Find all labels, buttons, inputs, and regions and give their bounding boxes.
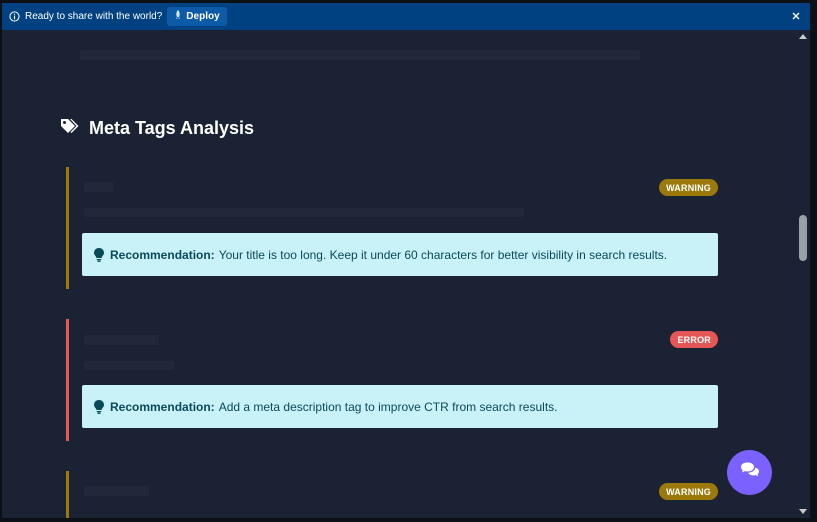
window-frame-bottom (0, 518, 817, 522)
vertical-scrollbar[interactable] (796, 30, 810, 518)
recommendation-label: Recommendation: (110, 247, 215, 262)
chat-button[interactable] (727, 450, 772, 495)
recommendation-label: Recommendation: (110, 399, 215, 414)
status-indicator-bar (66, 319, 69, 441)
banner-message: Ready to share with the world? (25, 11, 163, 22)
meta-tag-card: ERROR Recommendation: Add a meta descrip… (66, 319, 718, 441)
lightbulb-icon (94, 399, 104, 414)
status-indicator-bar (66, 471, 69, 518)
tags-icon (60, 118, 80, 139)
recommendation-box: Recommendation: Your title is too long. … (82, 233, 718, 276)
status-badge: ERROR (670, 331, 718, 348)
scroll-up-arrow-icon[interactable] (799, 34, 807, 39)
meta-tag-card: WARNING (66, 471, 718, 518)
recommendation-box: Recommendation: Add a meta description t… (82, 385, 718, 428)
info-icon (8, 11, 20, 23)
scroll-down-arrow-icon[interactable] (799, 509, 807, 514)
deploy-button[interactable]: Deploy (167, 7, 227, 26)
status-indicator-bar (66, 167, 69, 289)
window-frame-left (0, 0, 2, 522)
recommendation-text: Your title is too long. Keep it under 60… (218, 247, 668, 262)
faint-text-line (80, 50, 640, 60)
deploy-button-label: Deploy (186, 11, 220, 22)
section-title: Meta Tags Analysis (89, 118, 255, 138)
rocket-icon (174, 10, 182, 23)
window-frame-right (810, 0, 817, 522)
meta-tag-card: WARNING Recommendation: Your title is to… (66, 167, 718, 289)
scrollbar-thumb[interactable] (799, 215, 807, 261)
recommendation-text: Add a meta description tag to improve CT… (218, 399, 558, 414)
section-header: Meta Tags Analysis (60, 118, 254, 139)
status-badge: WARNING (659, 179, 718, 196)
chat-bubbles-icon (740, 462, 760, 483)
deploy-banner: Ready to share with the world? Deploy (2, 3, 810, 30)
status-badge: WARNING (659, 483, 718, 500)
close-icon[interactable] (790, 10, 802, 22)
lightbulb-icon (94, 247, 104, 262)
